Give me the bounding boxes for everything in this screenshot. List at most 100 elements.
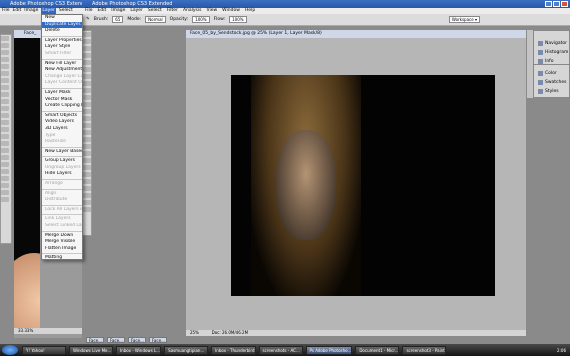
- back-tool-button[interactable]: [1, 197, 9, 202]
- maximize-icon[interactable]: [553, 1, 560, 7]
- back-tool-button[interactable]: [1, 36, 9, 41]
- tool-button[interactable]: [83, 102, 91, 107]
- back-tool-button[interactable]: [1, 106, 9, 111]
- opacity-field[interactable]: 100%: [192, 16, 210, 23]
- tool-button[interactable]: [83, 67, 91, 72]
- minimized-document[interactable]: Face...: [149, 337, 167, 343]
- tool-button[interactable]: [83, 144, 91, 149]
- menu-item-layer-mask[interactable]: Layer Mask: [42, 90, 82, 97]
- menu-item-duplicate-layer[interactable]: Duplicate Layer...: [42, 21, 82, 29]
- menu-item-video-layers[interactable]: Video Layers: [42, 119, 82, 126]
- tool-button[interactable]: [83, 74, 91, 79]
- menu-item-group-layers[interactable]: Group Layers: [42, 158, 82, 165]
- menu-item-create-clipping-mask[interactable]: Create Clipping Mask: [42, 103, 82, 110]
- tool-button[interactable]: [83, 39, 91, 44]
- tool-button[interactable]: [83, 137, 91, 142]
- taskbar-item[interactable]: Sasmuangtipian...: [164, 345, 209, 355]
- back-tool-button[interactable]: [1, 78, 9, 83]
- back-document-canvas[interactable]: [14, 38, 40, 328]
- tool-button[interactable]: [83, 186, 91, 191]
- back-tool-button[interactable]: [1, 50, 9, 55]
- back-tool-button[interactable]: [1, 190, 9, 195]
- back-tool-button[interactable]: [1, 92, 9, 97]
- minimized-document[interactable]: Face...: [86, 337, 104, 343]
- minimized-document[interactable]: Face...: [128, 337, 146, 343]
- tool-button[interactable]: [83, 158, 91, 163]
- back-tool-button[interactable]: [1, 57, 9, 62]
- brush-size-picker[interactable]: 65: [112, 16, 124, 23]
- tool-button[interactable]: [83, 46, 91, 51]
- tool-button[interactable]: [83, 81, 91, 86]
- workspace-button[interactable]: Workspace ▾: [448, 16, 480, 23]
- back-tool-button[interactable]: [1, 99, 9, 104]
- brush-tool-icon[interactable]: ✎: [86, 17, 90, 22]
- tool-button[interactable]: [83, 32, 91, 37]
- menu-item-smart-objects[interactable]: Smart Objects: [42, 113, 82, 120]
- menu-item-3d-layers[interactable]: 3D Layers: [42, 126, 82, 133]
- back-tool-button[interactable]: [1, 176, 9, 181]
- document-canvas[interactable]: [231, 75, 495, 296]
- back-tool-button[interactable]: [1, 141, 9, 146]
- panel-navigator[interactable]: Navigator: [528, 39, 569, 48]
- tool-button[interactable]: [83, 200, 91, 205]
- taskbar-item[interactable]: Ps Adobe Photosho...: [305, 345, 353, 355]
- tool-button[interactable]: [83, 109, 91, 114]
- panel-styles[interactable]: Styles: [528, 87, 569, 96]
- tool-button[interactable]: [83, 193, 91, 198]
- tool-button[interactable]: [83, 165, 91, 170]
- menu-item-flatten-image[interactable]: Flatten Image: [42, 246, 82, 253]
- close-icon[interactable]: [561, 1, 568, 7]
- tool-button[interactable]: [83, 60, 91, 65]
- document-tab[interactable]: Face_05_by_Sendstock.jpg @ 25% (Layer 1,…: [186, 30, 526, 38]
- flow-field[interactable]: 100%: [229, 16, 247, 23]
- taskbar-item[interactable]: Inbox - Windows L...: [116, 345, 162, 355]
- back-tool-button[interactable]: [1, 43, 9, 48]
- taskbar-item[interactable]: screenshots - AC...: [258, 345, 303, 355]
- taskbar-item[interactable]: screenshot3 - Paint: [402, 345, 447, 355]
- back-tool-button[interactable]: [1, 162, 9, 167]
- tool-button[interactable]: [83, 116, 91, 121]
- panel-swatches[interactable]: Swatches: [528, 78, 569, 87]
- tool-button[interactable]: [83, 88, 91, 93]
- back-tool-button[interactable]: [1, 85, 9, 90]
- menu-item-new-fill-layer[interactable]: New Fill Layer: [42, 61, 82, 68]
- taskbar-item[interactable]: Y! Yahoo!: [22, 345, 66, 355]
- back-window-toolbox[interactable]: [0, 34, 12, 244]
- back-tool-button[interactable]: [1, 64, 9, 69]
- tool-button[interactable]: [83, 123, 91, 128]
- back-tool-button[interactable]: [1, 127, 9, 132]
- zoom-level[interactable]: 25%: [190, 330, 199, 335]
- minimize-icon[interactable]: [545, 1, 552, 7]
- menu-item-matting[interactable]: Matting: [42, 255, 82, 262]
- tool-button[interactable]: [83, 130, 91, 135]
- back-tool-button[interactable]: [1, 148, 9, 153]
- menu-item-layer-properties[interactable]: Layer Properties...: [42, 38, 82, 45]
- menu-item-vector-mask[interactable]: Vector Mask: [42, 97, 82, 104]
- menu-item-new[interactable]: New: [42, 15, 82, 22]
- tool-button[interactable]: [83, 207, 91, 212]
- back-tool-button[interactable]: [1, 169, 9, 174]
- menu-item-hide-layers[interactable]: Hide Layers: [42, 171, 82, 178]
- tool-button[interactable]: [83, 151, 91, 156]
- tool-button[interactable]: [83, 179, 91, 184]
- back-tool-button[interactable]: [1, 71, 9, 76]
- back-tool-button[interactable]: [1, 183, 9, 188]
- menu-item-delete[interactable]: Delete: [42, 28, 82, 35]
- panel-color[interactable]: Color: [528, 69, 569, 78]
- tool-button[interactable]: [83, 95, 91, 100]
- panel-histogram[interactable]: Histogram: [528, 48, 569, 57]
- back-tool-button[interactable]: [1, 155, 9, 160]
- back-tool-button[interactable]: [1, 134, 9, 139]
- tool-button[interactable]: [83, 172, 91, 177]
- menu-item-new-adjustment-layer[interactable]: New Adjustment Layer: [42, 67, 82, 74]
- menu-item-new-layer-based-slice[interactable]: New Layer Based Slice: [42, 149, 82, 156]
- taskbar-item[interactable]: Inbox - Thunderbird: [211, 345, 256, 355]
- back-tool-button[interactable]: [1, 120, 9, 125]
- minimized-document[interactable]: Face...: [107, 337, 125, 343]
- back-tool-button[interactable]: [1, 113, 9, 118]
- menu-item-merge-down[interactable]: Merge Down: [42, 233, 82, 240]
- menu-item-merge-visible[interactable]: Merge Visible: [42, 239, 82, 246]
- taskbar-item[interactable]: Windows Live Me...: [69, 345, 113, 355]
- tool-button[interactable]: [83, 53, 91, 58]
- mode-select[interactable]: Normal: [145, 16, 166, 23]
